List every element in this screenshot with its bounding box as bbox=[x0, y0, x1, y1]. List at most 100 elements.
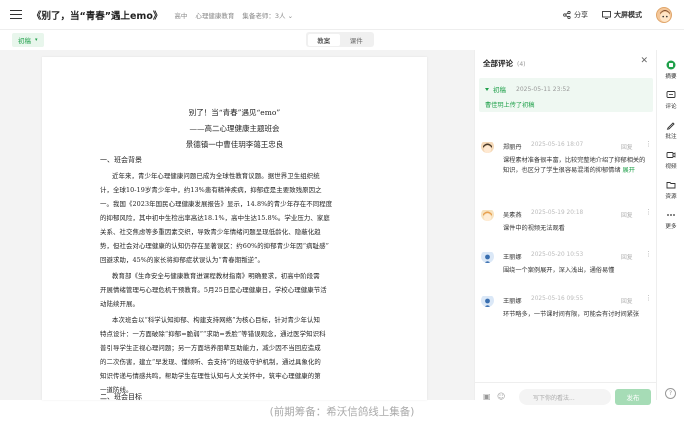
rail-item-annotations[interactable]: 批注 bbox=[657, 120, 684, 140]
share-label: 分享 bbox=[574, 11, 588, 19]
doc-section-heading: 二、班会目标 bbox=[100, 393, 142, 401]
more-icon[interactable]: ⋮ bbox=[645, 208, 652, 216]
comment-input[interactable]: 写下你的看法... bbox=[519, 389, 611, 405]
rail-label: 评论 bbox=[665, 104, 677, 110]
comment-author: 吴素燕 bbox=[503, 212, 522, 219]
expand-link[interactable]: 展开 bbox=[623, 167, 635, 174]
doc-line: 回避求助，45%的家长将抑郁症状误认为“青春期叛逆”。 bbox=[100, 256, 265, 264]
caret-down-icon: ▾ bbox=[35, 37, 38, 43]
comment-author: 王丽娜 bbox=[503, 254, 522, 261]
more-dots-icon bbox=[667, 214, 675, 216]
avatar bbox=[481, 140, 494, 153]
view-segmented-control: 教案 课件 bbox=[306, 32, 374, 47]
more-icon[interactable]: ⋮ bbox=[645, 294, 652, 302]
comment-body: 课件中的视频无法观看 bbox=[503, 225, 565, 232]
doc-title: 别了！当“青春”遇见“emo” bbox=[188, 108, 281, 117]
doc-subtitle: ——高二心理健康主题班会 bbox=[189, 124, 280, 133]
image-icon[interactable]: ▣ bbox=[483, 392, 491, 401]
comment-input-placeholder: 写下你的看法... bbox=[533, 394, 575, 402]
doc-line: 计，全球10-19岁青少年中，约13%患有精神疾病，抑郁症是主要致残原因之 bbox=[100, 186, 322, 194]
screen-mode-button[interactable]: 大屏模式 bbox=[602, 10, 642, 20]
tab-lesson-plan[interactable]: 教案 bbox=[307, 33, 340, 46]
comments-header: 全部评论 (4) bbox=[483, 58, 526, 69]
draft-label: 初稿 bbox=[18, 37, 31, 45]
help-icon[interactable]: ? bbox=[665, 388, 676, 399]
comments-title: 全部评论 bbox=[483, 59, 513, 68]
comment-time: 2025-05-16 09:55 bbox=[531, 296, 584, 302]
document-page[interactable]: 别了！当“青春”遇见“emo” ——高二心理健康主题班会 景德镇一中曹佳玥李蔼王… bbox=[42, 57, 427, 400]
doc-line: 一。我国《2023年国民心理健康发展报告》显示，14.8%的青少年存在不同程度 bbox=[100, 200, 333, 208]
draft-version-select[interactable]: 初稿 ▾ bbox=[12, 33, 44, 47]
rail-item-video[interactable]: 视频 bbox=[657, 150, 684, 170]
reply-button[interactable]: 回复 bbox=[621, 296, 633, 305]
doc-line: 势，但社会对心理健康的认知仍存在显著误区：约60%的抑郁青少年因“病耻感” bbox=[100, 242, 329, 250]
comment-time: 2025-05-16 18:07 bbox=[531, 142, 584, 148]
version-row: 初稿 2025-05-11 23:52 bbox=[485, 84, 570, 94]
comment-text: 课程素材准备很丰富，比较完整地介绍了抑郁相关的知识，也区分了学生很容易混淆的抑郁… bbox=[503, 156, 649, 176]
version-upload-note: 曹佳玥上传了初稿 bbox=[485, 102, 535, 109]
caption-text: (前期筹备：希沃信鸽线上集备) bbox=[269, 406, 415, 418]
rail-label: 视频 bbox=[665, 164, 677, 170]
rail-label: 批注 bbox=[665, 134, 677, 140]
header-actions: 分享 大屏模式 bbox=[563, 0, 672, 30]
right-tool-rail: 摘要 评论 批注 视频 资源 更多 ? bbox=[656, 50, 684, 400]
comment-icon bbox=[666, 91, 676, 98]
meta-subject: 心理健康教育 bbox=[195, 11, 235, 20]
tab-slides[interactable]: 课件 bbox=[340, 34, 373, 46]
close-icon[interactable]: ✕ bbox=[640, 56, 648, 66]
version-label: 初稿 bbox=[493, 86, 506, 94]
emoji-icon[interactable]: ☺ bbox=[497, 392, 505, 401]
rail-item-more[interactable]: 更多 bbox=[657, 210, 684, 230]
screen-mode-label: 大屏模式 bbox=[614, 11, 642, 19]
app-window: 《别了，当“青春”遇上emo》 高中 心理健康教育 集备老师：3人 ⌄ 分享 大… bbox=[0, 0, 684, 405]
comments-panel: 全部评论 (4) ✕ 初稿 2025-05-11 23:52 曹佳玥上传了初稿 郑… bbox=[474, 50, 657, 405]
comment-body: 围绕一个案例展开，深入浅出，通俗易懂 bbox=[503, 267, 615, 274]
meta-level: 高中 bbox=[174, 11, 188, 20]
meta-teachers[interactable]: 集备老师：3人 ⌄ bbox=[242, 10, 293, 20]
comment-time: 2025-05-20 10:53 bbox=[531, 252, 584, 258]
publish-button[interactable]: 发布 bbox=[615, 389, 651, 405]
toolbar: 初稿 ▾ 教案 课件 bbox=[0, 30, 684, 48]
pen-icon bbox=[666, 122, 675, 130]
comments-count: (4) bbox=[517, 61, 526, 68]
version-group[interactable]: 初稿 2025-05-11 23:52 曹佳玥上传了初稿 bbox=[479, 78, 653, 112]
doc-line: 的二次伤害，建立“早发现、懂倾听、会支持”的班级守护机制，通过具象化的 bbox=[100, 358, 321, 366]
rail-label: 更多 bbox=[665, 224, 677, 230]
rail-item-comments[interactable]: 评论 bbox=[657, 90, 684, 110]
share-button[interactable]: 分享 bbox=[563, 10, 588, 20]
more-icon[interactable]: ⋮ bbox=[645, 140, 652, 148]
more-icon[interactable]: ⋮ bbox=[645, 250, 652, 258]
doc-line: 普引导学生正视心理问题；另一方面培养朋辈互助能力，减少因不当回应造成 bbox=[100, 344, 321, 352]
version-time: 2025-05-11 23:52 bbox=[516, 85, 571, 93]
reply-button[interactable]: 回复 bbox=[621, 252, 633, 261]
doc-line: 本次班会以“科学认知抑郁、构建支持网络”为核心目标，针对青少年认知 bbox=[112, 316, 320, 324]
doc-line: 近年来，青少年心理健康问题已成为全球性教育议题。据世界卫生组织统 bbox=[112, 172, 320, 180]
avatar bbox=[481, 208, 494, 221]
comment-author: 王丽娜 bbox=[503, 298, 522, 305]
doc-section-heading: 一、班会背景 bbox=[100, 156, 142, 164]
doc-line: 动陆续开展。 bbox=[100, 300, 139, 308]
comment-time: 2025-05-19 20:18 bbox=[531, 210, 584, 216]
comment-author: 郑丽丹 bbox=[503, 144, 522, 151]
rail-item-resources[interactable]: 资源 bbox=[657, 180, 684, 200]
menu-icon[interactable] bbox=[10, 9, 24, 20]
avatar bbox=[481, 250, 494, 263]
reply-button[interactable]: 回复 bbox=[621, 210, 633, 219]
avatar bbox=[481, 294, 494, 307]
comment-body: 环节略多，一节课时间有限，可能会有讨时间紧张 bbox=[503, 311, 640, 318]
doc-line: 特点设计：一方面破除“抑郁=脆弱”“求助=丢脸”等错误观念，通过医学知识科 bbox=[100, 330, 326, 338]
user-avatar[interactable] bbox=[656, 7, 672, 23]
doc-author: 景德镇一中曹佳玥李蔼王忠良 bbox=[185, 140, 284, 149]
video-icon bbox=[666, 152, 676, 158]
rail-label: 资源 bbox=[665, 194, 677, 200]
doc-line: 知识传递与情感共鸣，帮助学生在理性认知与人文关怀中，筑牢心理健康的第 bbox=[100, 372, 321, 380]
caret-down-icon bbox=[485, 87, 489, 91]
share-icon bbox=[563, 11, 571, 19]
summary-icon bbox=[666, 60, 676, 70]
reply-button[interactable]: 回复 bbox=[621, 142, 633, 151]
monitor-icon bbox=[602, 11, 611, 19]
doc-line: 开展情绪管理与心理危机干预教育。5月25日是心理健康日，学校心理健康节活 bbox=[100, 286, 327, 294]
chevron-down-icon: ⌄ bbox=[287, 11, 294, 20]
meta-teachers-label: 集备老师：3人 bbox=[242, 11, 286, 20]
rail-item-summary[interactable]: 摘要 bbox=[657, 60, 684, 80]
